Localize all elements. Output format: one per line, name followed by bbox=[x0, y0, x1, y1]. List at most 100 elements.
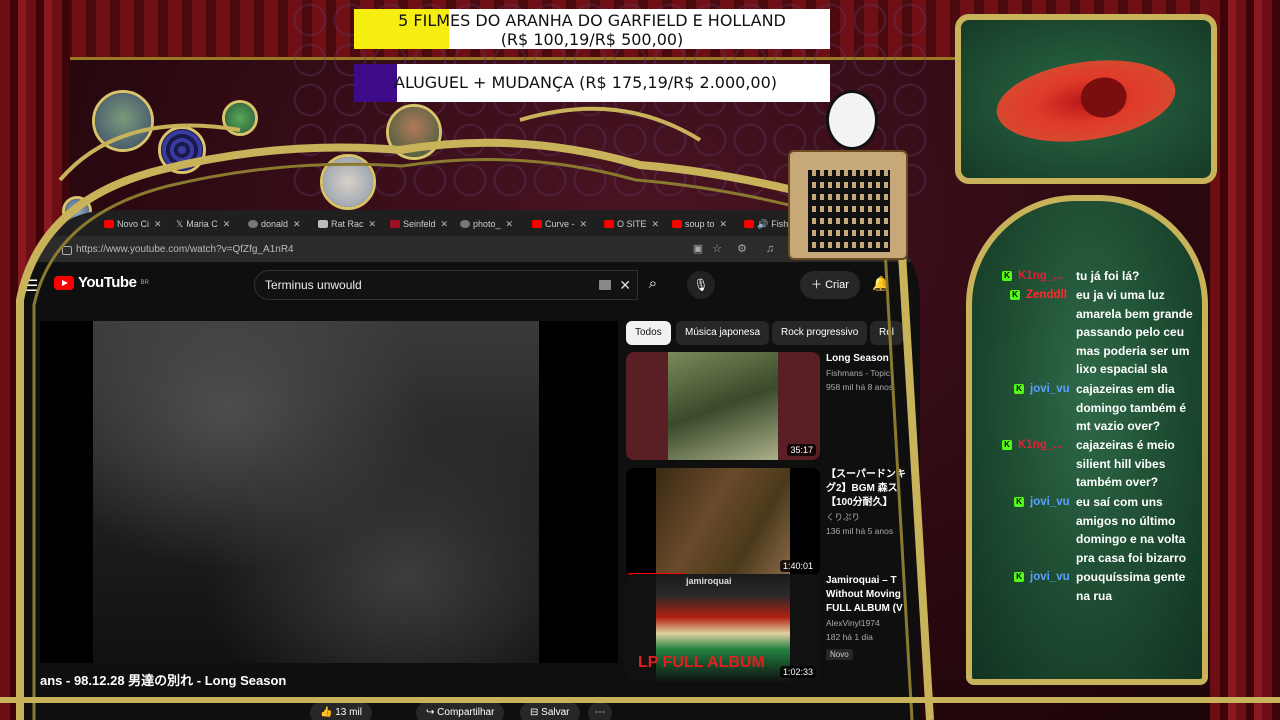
close-icon[interactable]: ✕ bbox=[652, 219, 660, 230]
close-icon[interactable]: ✕ bbox=[506, 219, 514, 230]
close-icon[interactable]: ✕ bbox=[223, 219, 231, 230]
kick-badge-icon: K bbox=[1002, 271, 1012, 281]
channel-name[interactable]: AlexVinyl1974 bbox=[826, 616, 920, 630]
youtube-icon bbox=[604, 220, 614, 228]
browser-tab[interactable]: photo_ ✕ bbox=[460, 215, 526, 233]
close-icon[interactable]: ✕ bbox=[580, 219, 588, 230]
video-age: há 5 anos bbox=[855, 526, 894, 536]
video-duration: 1:40:01 bbox=[779, 560, 816, 572]
browser-tab[interactable]: soup to ✕ bbox=[672, 215, 736, 233]
close-icon[interactable]: ✕ bbox=[154, 219, 162, 230]
chip-rock-progressivo[interactable]: Rock progressivo bbox=[772, 321, 868, 345]
avatar bbox=[386, 104, 442, 160]
right-curtain bbox=[1210, 0, 1280, 720]
chat-username[interactable]: jovi_vu bbox=[1030, 568, 1070, 587]
chip-musica-japonesa[interactable]: Música japonesa bbox=[676, 321, 770, 345]
browser-tab[interactable]: O SITE ✕ bbox=[604, 215, 666, 233]
channel-name[interactable]: Fishmans - Topic bbox=[826, 366, 920, 380]
video-duration: 35:17 bbox=[787, 444, 816, 456]
url-field[interactable]: https://www.youtube.com/watch?v=QfZfg_A1… bbox=[58, 240, 708, 259]
video-title-line3: 【100分耐久】 bbox=[826, 497, 893, 508]
more-actions-button[interactable]: ⋯ bbox=[588, 702, 612, 720]
microphone-icon: 🎙 bbox=[693, 278, 709, 292]
chat-username[interactable]: Zenddll bbox=[1026, 286, 1067, 305]
bookmark-icon: ⊟ bbox=[530, 707, 539, 718]
search-button[interactable]: ⌕ bbox=[637, 270, 669, 300]
avatar bbox=[92, 90, 154, 152]
globe-icon bbox=[460, 220, 470, 228]
bookmark-star-icon[interactable]: ☆ bbox=[711, 243, 723, 255]
close-icon[interactable]: ✕ bbox=[720, 219, 728, 230]
chat-username[interactable]: jovi_vu bbox=[1030, 493, 1070, 512]
chat-username[interactable]: K1ng_... bbox=[1018, 436, 1063, 455]
chat-username[interactable]: K1ng_... bbox=[1018, 267, 1063, 286]
notifications-bell-icon[interactable]: 🔔 bbox=[872, 275, 889, 292]
browser-tab[interactable]: Curve - ✕ bbox=[532, 215, 598, 233]
youtube-play-icon bbox=[54, 275, 74, 290]
chip-rel[interactable]: Rel bbox=[870, 321, 904, 345]
youtube-icon bbox=[744, 220, 754, 228]
video-title-line2: グ2】BGM 森ス bbox=[826, 483, 898, 494]
donation-goal-movies: 5 FILMES DO ARANHA DO GARFIELD E HOLLAND… bbox=[354, 9, 830, 49]
thumbnail-image bbox=[656, 468, 790, 576]
search-input[interactable]: Terminus unwould ✕ bbox=[254, 270, 638, 300]
avatar bbox=[320, 154, 376, 210]
chat-text: tu já foi lá? bbox=[1076, 269, 1140, 283]
browser-tab[interactable]: donald ✕ bbox=[248, 215, 314, 233]
new-badge: Novo bbox=[826, 649, 853, 660]
youtube-icon bbox=[104, 220, 114, 228]
video-title[interactable]: Jamiroquai – T bbox=[826, 574, 920, 588]
view-count: 958 mil bbox=[826, 382, 854, 392]
save-button[interactable]: ⊟ Salvar bbox=[520, 702, 580, 720]
keyboard-icon[interactable] bbox=[599, 280, 611, 290]
video-title[interactable]: 【スーパードンキ bbox=[826, 468, 920, 482]
recommendation-item[interactable]: 1:40:01 【スーパードンキ グ2】BGM 森ス 【100分耐久】 くりぷり… bbox=[626, 468, 920, 578]
clear-search-icon[interactable]: ✕ bbox=[619, 271, 631, 299]
video-thumbnail[interactable]: 35:17 bbox=[626, 352, 820, 460]
video-title[interactable]: Long Season bbox=[826, 352, 920, 366]
browser-tab[interactable]: Novo Ci ✕ bbox=[104, 215, 170, 233]
speaker-icon: 🔊 bbox=[757, 218, 769, 229]
youtube-logo[interactable]: YouTube BR bbox=[54, 274, 149, 291]
red-icon bbox=[390, 220, 400, 228]
close-icon[interactable]: ✕ bbox=[441, 219, 449, 230]
chat-text: cajazeiras em dia domingo também é mt va… bbox=[1076, 382, 1187, 433]
hamburger-menu-icon[interactable]: ☰ bbox=[24, 276, 38, 296]
close-icon[interactable]: ✕ bbox=[293, 219, 301, 230]
youtube-icon bbox=[672, 220, 682, 228]
view-count: 136 mil bbox=[826, 526, 854, 536]
chat-panel: K K1ng_... tu já foi lá? K Zenddll eu ja… bbox=[966, 195, 1208, 685]
video-thumbnail[interactable]: 1:40:01 bbox=[626, 468, 820, 576]
create-button[interactable]: ＋ Criar bbox=[800, 271, 860, 299]
channel-name[interactable]: くりぷり bbox=[826, 510, 920, 524]
qr-code[interactable] bbox=[808, 170, 890, 252]
like-button[interactable]: 👍 13 mil bbox=[310, 702, 372, 720]
browser-tab[interactable]: Seinfeld ✕ bbox=[390, 215, 456, 233]
goal-title: 5 FILMES DO ARANHA DO GARFIELD E HOLLAND bbox=[398, 11, 786, 30]
tab-bar: Novo Ci ✕ 𝕏 Maria C ✕ donald ✕ Rat Rac ✕ Sein… bbox=[20, 210, 920, 236]
install-app-icon[interactable]: ▣ bbox=[692, 243, 704, 255]
goal-title: ALUGUEL + MUDANÇA (R$ 175,19/R$ 2.000,00… bbox=[394, 73, 778, 92]
chip-todos[interactable]: Todos bbox=[626, 321, 671, 345]
media-icon[interactable]: ♫ bbox=[764, 243, 776, 255]
voice-search-button[interactable]: 🎙 bbox=[687, 271, 715, 299]
chat-text: cajazeiras é meio silient hill vibes tam… bbox=[1076, 438, 1175, 489]
kick-badge-icon: K bbox=[1010, 290, 1020, 300]
video-thumbnail[interactable]: jamiroquai LP FULL ALBUM 1:02:33 bbox=[626, 574, 820, 682]
close-icon[interactable]: ✕ bbox=[369, 219, 377, 230]
chat-username[interactable]: jovi_vu bbox=[1030, 380, 1070, 399]
browser-tab[interactable]: Rat Rac ✕ bbox=[318, 215, 384, 233]
recommendation-item[interactable]: 35:17 Long Season Fishmans - Topic 958 m… bbox=[626, 352, 920, 462]
browser-window: Novo Ci ✕ 𝕏 Maria C ✕ donald ✕ Rat Rac ✕ Sein… bbox=[20, 210, 920, 720]
recommendation-item[interactable]: jamiroquai LP FULL ALBUM 1:02:33 Jamiroq… bbox=[626, 574, 920, 684]
video-player[interactable] bbox=[40, 321, 618, 663]
reload-icon[interactable]: ↻ bbox=[34, 243, 46, 255]
share-button[interactable]: ↪ Compartilhar bbox=[416, 702, 505, 720]
extensions-icon[interactable]: ⚙ bbox=[736, 243, 748, 255]
kick-badge-icon: K bbox=[1014, 384, 1024, 394]
video-duration: 1:02:33 bbox=[779, 666, 816, 678]
chat-text: eu ja vi uma luz amarela bem grande pass… bbox=[1076, 288, 1193, 376]
thumbnail-brand: jamiroquai bbox=[686, 576, 732, 586]
search-icon: ⌕ bbox=[648, 275, 658, 292]
browser-tab[interactable]: 𝕏 Maria C ✕ bbox=[176, 215, 242, 233]
